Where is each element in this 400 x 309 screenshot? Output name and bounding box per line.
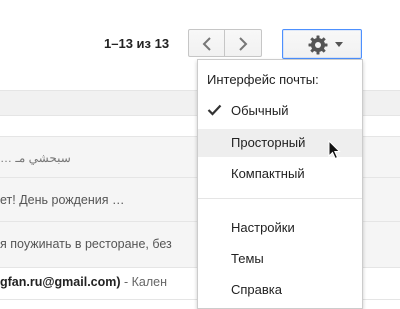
menu-item-label: Обычный (231, 103, 289, 118)
prev-page-button[interactable] (188, 29, 225, 57)
message-snippet: gfan.ru@gmail.com) - Кален (0, 275, 167, 289)
menu-item-label: Справка (231, 282, 282, 297)
message-snippet: я поужинать в ресторане, без (0, 237, 172, 251)
mouse-cursor-icon (328, 140, 341, 160)
pagination-range: 1–13 из 13 (104, 36, 170, 51)
next-page-button[interactable] (225, 29, 262, 57)
chevron-down-icon (335, 42, 343, 47)
menu-item-themes[interactable]: Темы (198, 245, 362, 273)
message-snippet: … سبحشي مـ (0, 151, 71, 165)
menu-item-label: Компактный (231, 166, 305, 181)
menu-item-label: Просторный (231, 135, 306, 150)
settings-button[interactable] (282, 29, 362, 59)
menu-item-compact[interactable]: Компактный (198, 160, 362, 188)
pagination-controls (188, 29, 264, 59)
menu-item-comfortable[interactable]: Обычный (198, 97, 362, 125)
menu-divider (198, 198, 362, 199)
chevron-right-icon (239, 37, 248, 51)
chevron-left-icon (202, 37, 211, 51)
menu-item-label: Настройки (231, 220, 295, 235)
gear-icon (308, 35, 328, 55)
checkmark-icon (207, 104, 222, 116)
menu-item-label: Темы (231, 251, 264, 266)
settings-menu: Интерфейс почты: Обычный Просторный Комп… (197, 59, 363, 309)
message-subject: - Кален (120, 275, 168, 289)
menu-item-settings[interactable]: Настройки (198, 214, 362, 242)
menu-header: Интерфейс почты: (207, 72, 319, 87)
message-snippet: ет! День рождения … (0, 193, 125, 207)
message-sender: gfan.ru@gmail.com) (0, 275, 121, 289)
